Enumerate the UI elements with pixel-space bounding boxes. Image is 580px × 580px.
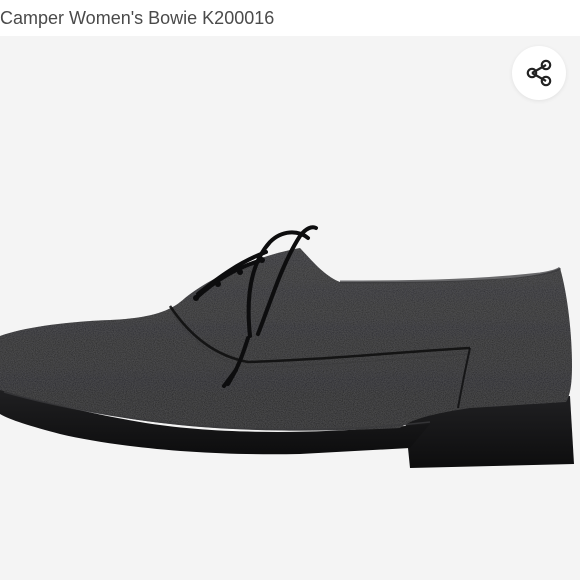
share-icon [526, 59, 552, 87]
product-screen: Camper Women's Bowie K200016 [0, 0, 580, 580]
product-title: Camper Women's Bowie K200016 [0, 8, 275, 28]
shoe-illustration [0, 225, 574, 468]
product-image[interactable] [0, 36, 580, 580]
shoe-upper [0, 248, 572, 431]
share-button[interactable] [512, 46, 566, 100]
